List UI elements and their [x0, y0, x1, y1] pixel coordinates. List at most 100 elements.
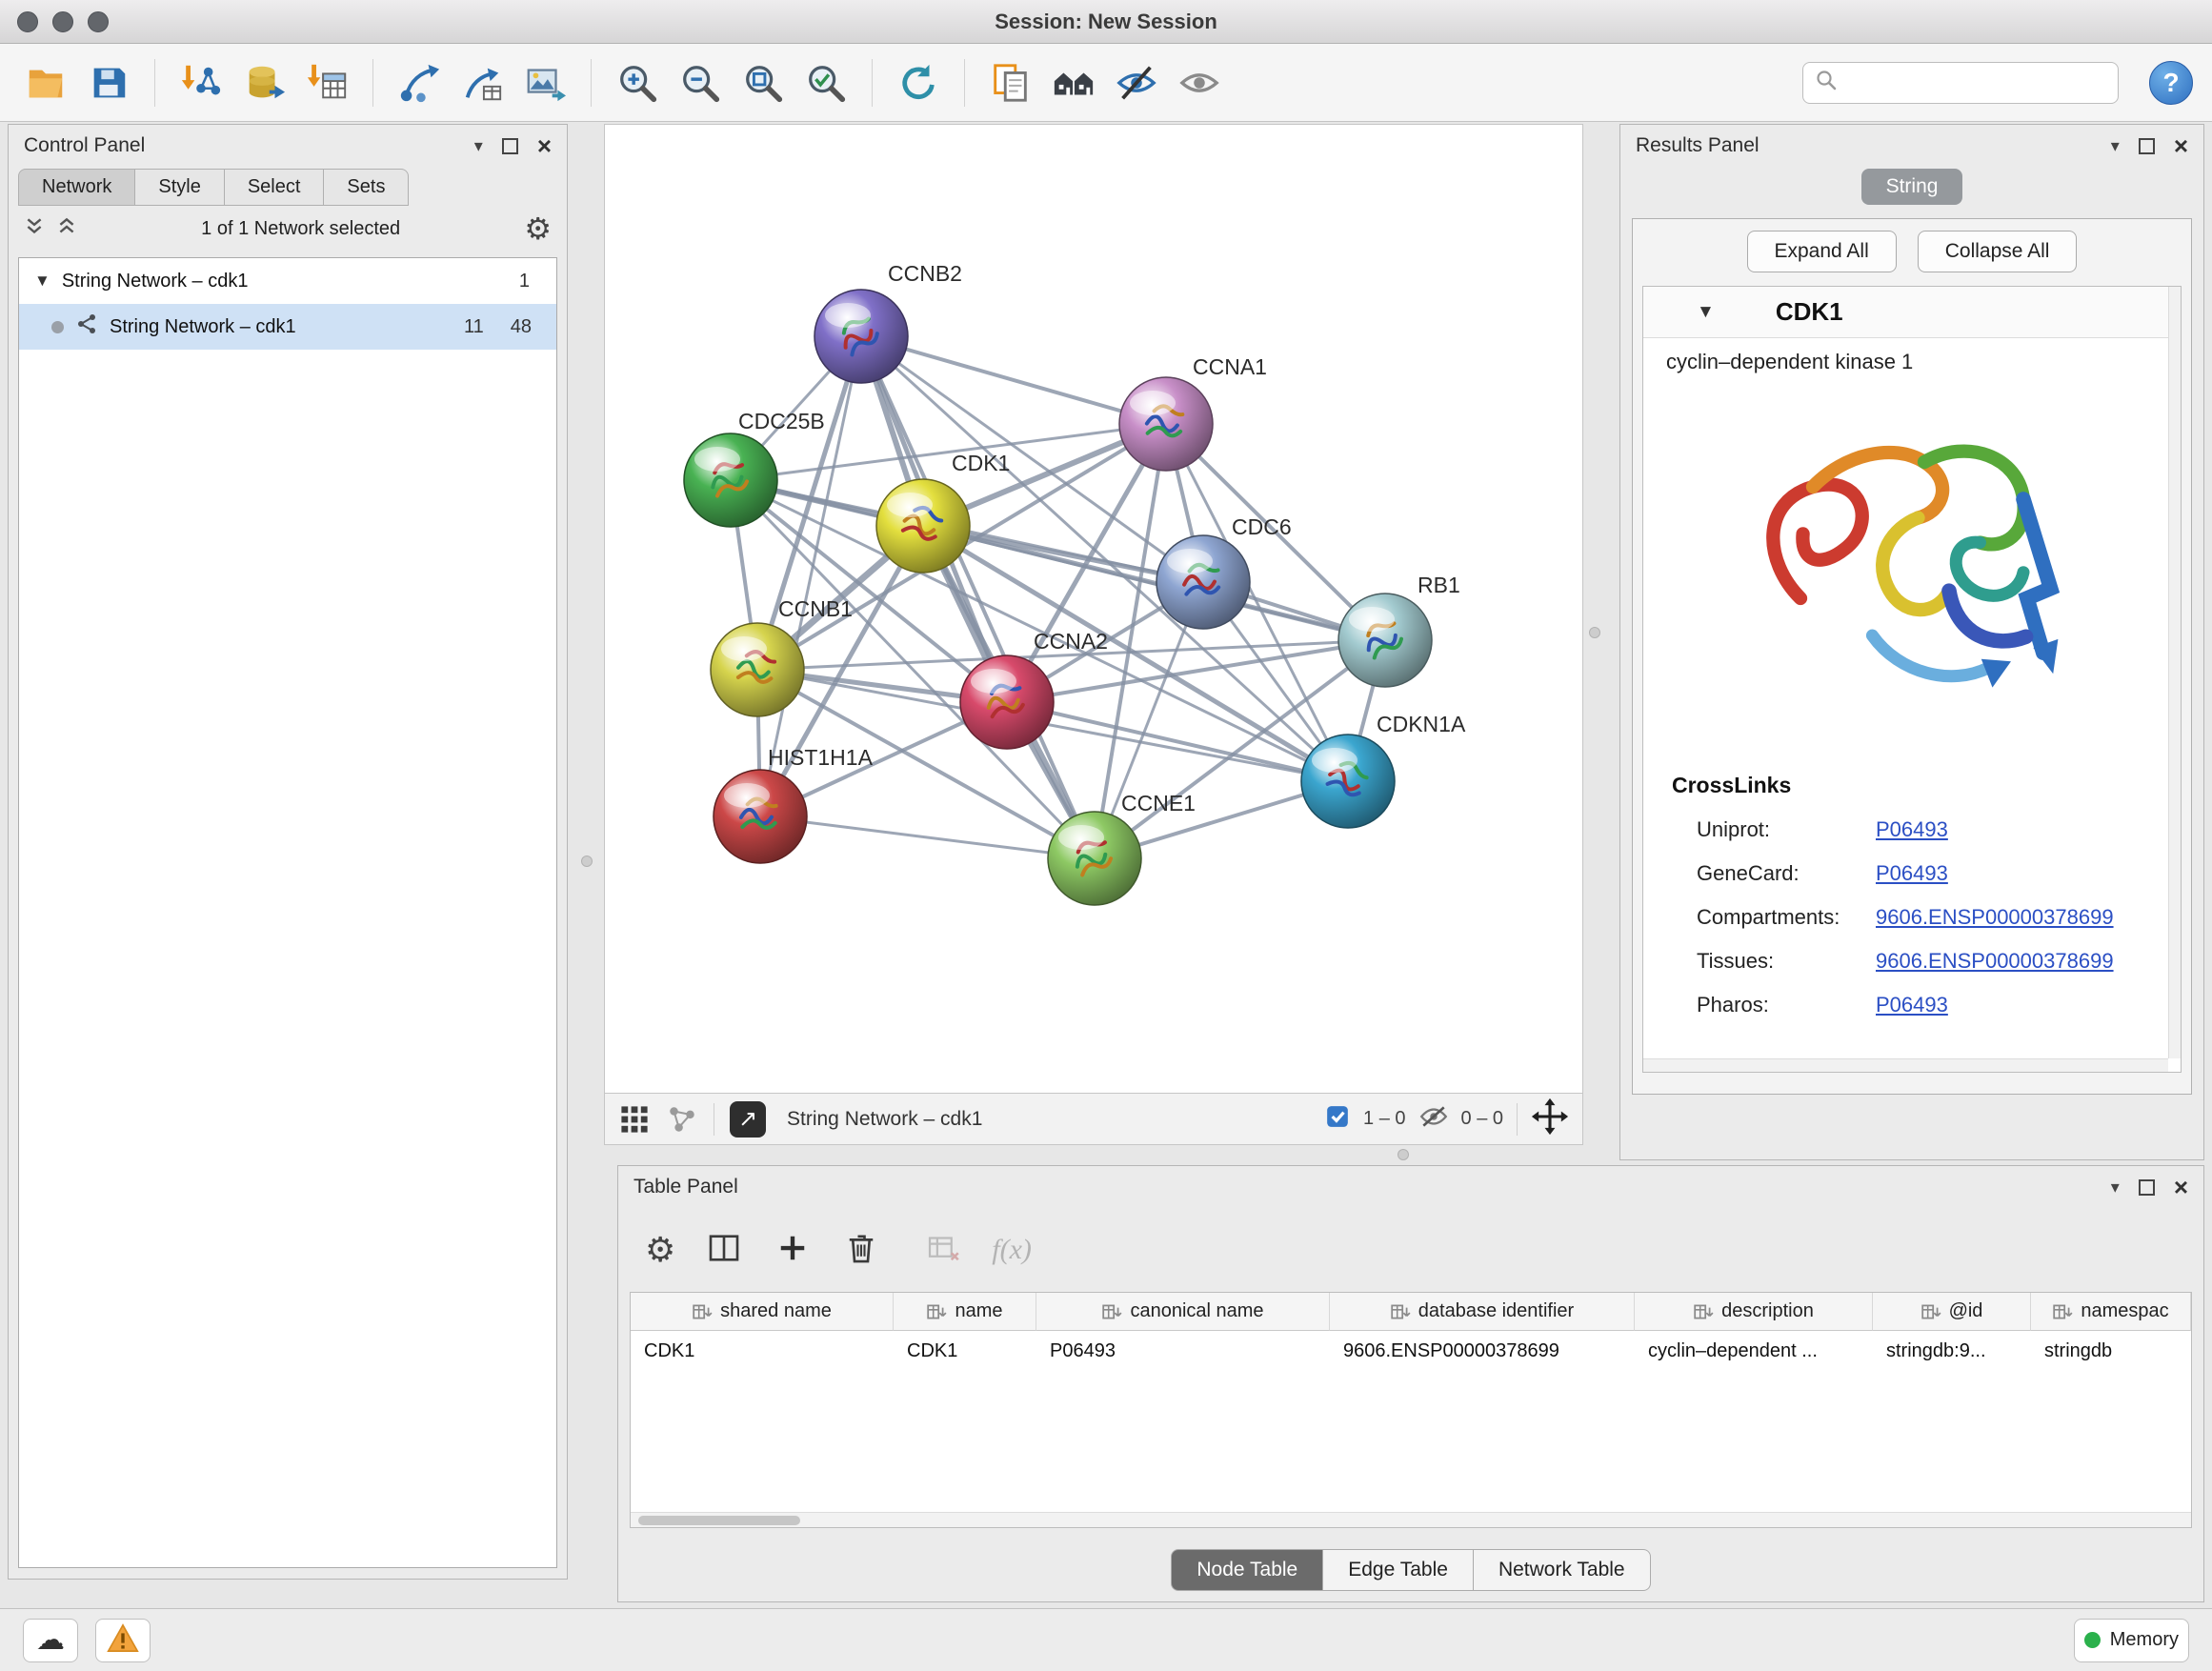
network-node[interactable]: HIST1H1A: [714, 745, 874, 863]
splitter-handle[interactable]: [581, 856, 593, 867]
collapse-section-icon[interactable]: ▼: [1697, 302, 1715, 323]
table-cell[interactable]: cyclin–dependent ...: [1635, 1331, 1873, 1371]
refresh-icon[interactable]: [892, 54, 945, 111]
network-node[interactable]: CCNB2: [814, 261, 962, 383]
column-header[interactable]: namespac: [2031, 1293, 2191, 1331]
horizontal-scrollbar[interactable]: [1643, 1058, 2168, 1072]
panel-close-icon[interactable]: ×: [537, 133, 552, 158]
save-session-icon[interactable]: [82, 54, 135, 111]
crosslink-link[interactable]: P06493: [1876, 861, 1948, 886]
table-row[interactable]: CDK1 CDK1 P06493 9606.ENSP00000378699 cy…: [631, 1331, 2191, 1371]
export-image-icon[interactable]: [518, 54, 572, 111]
tab-network[interactable]: Network: [18, 169, 135, 206]
expand-all-button[interactable]: Expand All: [1747, 231, 1897, 272]
horizontal-scrollbar[interactable]: [631, 1512, 2191, 1527]
tab-style[interactable]: Style: [135, 169, 224, 206]
string-tab-badge[interactable]: String: [1861, 169, 1963, 205]
expand-all-icon[interactable]: [56, 216, 77, 242]
delete-column-icon[interactable]: [841, 1228, 881, 1273]
table-settings-gear-icon[interactable]: ⚙: [645, 1233, 675, 1267]
table-cell[interactable]: stringdb:9...: [1873, 1331, 2031, 1371]
network-canvas[interactable]: CCNB2CCNA1CDC25BCDK1CDC6RB1CCNB1CCNA2CDK…: [605, 125, 1582, 1093]
memory-button[interactable]: Memory: [2074, 1619, 2189, 1662]
panel-float-icon[interactable]: ▾: [474, 136, 483, 156]
splitter-handle[interactable]: [1589, 627, 1600, 638]
column-header-label: description: [1721, 1300, 1814, 1322]
scrollbar-thumb[interactable]: [638, 1516, 800, 1525]
column-header[interactable]: database identifier: [1330, 1293, 1635, 1331]
table-cell[interactable]: P06493: [1036, 1331, 1330, 1371]
show-columns-icon[interactable]: [704, 1228, 744, 1273]
network-node[interactable]: CDC25B: [684, 409, 825, 527]
panel-close-icon[interactable]: ×: [2174, 1175, 2188, 1199]
column-header[interactable]: shared name: [631, 1293, 894, 1331]
network-node-count: 11: [464, 316, 484, 338]
zoom-selected-icon[interactable]: [799, 54, 853, 111]
import-table-from-file-icon[interactable]: [300, 54, 353, 111]
new-network-from-selection-icon[interactable]: [392, 54, 446, 111]
network-node[interactable]: CCNB1: [711, 596, 853, 716]
network-node[interactable]: CCNA1: [1119, 354, 1267, 471]
detach-view-icon[interactable]: ↗: [730, 1101, 766, 1137]
panel-maximize-icon[interactable]: [502, 138, 518, 154]
column-header[interactable]: name: [894, 1293, 1036, 1331]
gear-icon[interactable]: ⚙: [524, 213, 552, 244]
tab-network-table[interactable]: Network Table: [1474, 1549, 1651, 1591]
panel-close-icon[interactable]: ×: [2174, 133, 2188, 158]
add-column-icon[interactable]: [773, 1228, 813, 1273]
network-node-label: CCNA2: [1034, 629, 1108, 654]
network-collection-row[interactable]: ▼ String Network – cdk1 1: [19, 258, 556, 304]
show-graphics-details-icon[interactable]: [1173, 54, 1226, 111]
crosslink-link[interactable]: P06493: [1876, 993, 1948, 1017]
panel-float-icon[interactable]: ▾: [2111, 136, 2120, 156]
tree-expand-icon[interactable]: ▼: [34, 272, 50, 291]
pan-move-icon[interactable]: [1531, 1097, 1569, 1141]
zoom-out-icon[interactable]: [674, 54, 727, 111]
crosslink-link[interactable]: P06493: [1876, 817, 1948, 842]
tab-sets[interactable]: Sets: [324, 169, 409, 206]
panel-maximize-icon[interactable]: [2139, 138, 2155, 154]
collapse-all-button[interactable]: Collapse All: [1918, 231, 2078, 272]
splitter-handle[interactable]: [1398, 1149, 1409, 1160]
grid-icon[interactable]: [618, 1103, 651, 1136]
network-row[interactable]: String Network – cdk1 11 48: [19, 304, 556, 350]
window-minimize-button[interactable]: [52, 11, 73, 32]
table-cell[interactable]: stringdb: [2031, 1331, 2191, 1371]
open-session-icon[interactable]: [19, 54, 72, 111]
crosslink-link[interactable]: 9606.ENSP00000378699: [1876, 949, 2114, 974]
protein-card-header[interactable]: ▼ CDK1: [1643, 287, 2181, 338]
crosslink-link[interactable]: 9606.ENSP00000378699: [1876, 905, 2114, 930]
network-node[interactable]: CDKN1A: [1301, 712, 1466, 828]
network-overview-icon[interactable]: [666, 1103, 698, 1136]
warnings-button[interactable]: [95, 1619, 151, 1662]
import-network-from-database-icon[interactable]: [237, 54, 291, 111]
column-header[interactable]: canonical name: [1036, 1293, 1330, 1331]
hide-graphics-details-icon[interactable]: [1110, 54, 1163, 111]
tab-select[interactable]: Select: [225, 169, 325, 206]
tab-node-table[interactable]: Node Table: [1171, 1549, 1323, 1591]
import-network-from-file-icon[interactable]: [174, 54, 228, 111]
window-zoom-button[interactable]: [88, 11, 109, 32]
zoom-fit-icon[interactable]: [736, 54, 790, 111]
network-node[interactable]: CDK1: [876, 451, 1010, 573]
network-view[interactable]: CCNB2CCNA1CDC25BCDK1CDC6RB1CCNB1CCNA2CDK…: [604, 124, 1583, 1094]
panel-maximize-icon[interactable]: [2139, 1179, 2155, 1196]
search-input[interactable]: [1847, 71, 2106, 93]
clone-network-icon[interactable]: [455, 54, 509, 111]
homes-icon[interactable]: [1047, 54, 1100, 111]
panel-float-icon[interactable]: ▾: [2111, 1178, 2120, 1198]
collapse-all-icon[interactable]: [24, 216, 45, 242]
window-close-button[interactable]: [17, 11, 38, 32]
tab-edge-table[interactable]: Edge Table: [1323, 1549, 1474, 1591]
documents-icon[interactable]: [984, 54, 1037, 111]
network-node[interactable]: RB1: [1338, 573, 1460, 687]
help-icon[interactable]: ?: [2149, 61, 2193, 105]
table-cell[interactable]: 9606.ENSP00000378699: [1330, 1331, 1635, 1371]
table-cell[interactable]: CDK1: [894, 1331, 1036, 1371]
column-header[interactable]: @id: [1873, 1293, 2031, 1331]
column-header[interactable]: description: [1635, 1293, 1873, 1331]
table-cell[interactable]: CDK1: [631, 1331, 894, 1371]
vertical-scrollbar[interactable]: [2168, 287, 2181, 1058]
cloud-status-button[interactable]: ☁: [23, 1619, 78, 1662]
zoom-in-icon[interactable]: [611, 54, 664, 111]
